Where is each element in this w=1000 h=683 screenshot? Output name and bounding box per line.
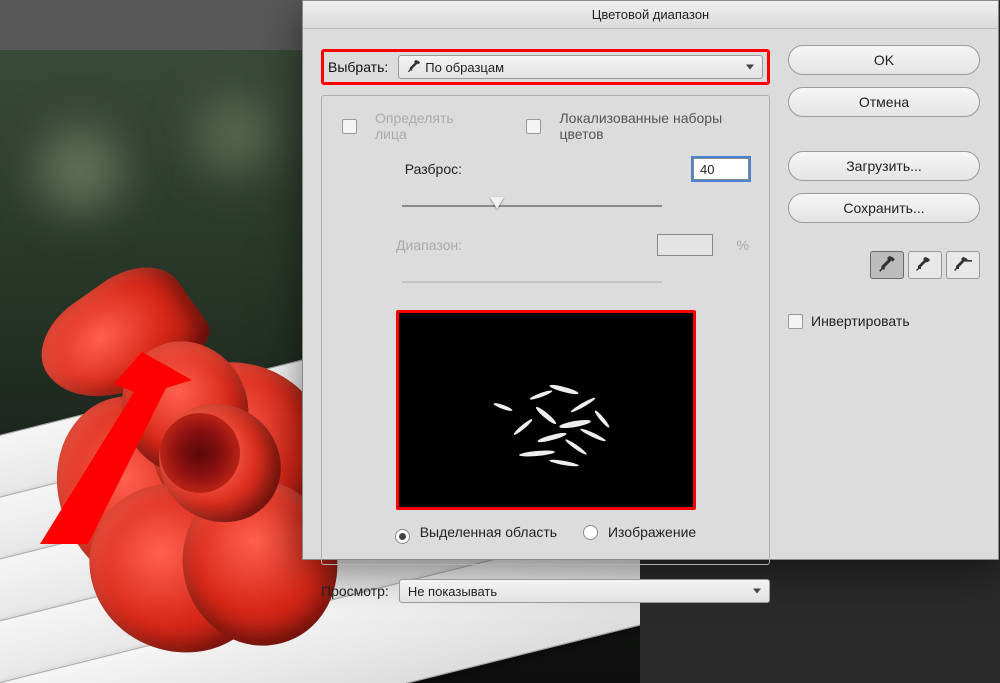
color-range-dialog: Цветовой диапазон Выбрать: По образцам О… xyxy=(302,0,999,560)
preview-mask-content xyxy=(519,383,639,483)
load-button[interactable]: Загрузить... xyxy=(788,151,980,181)
range-unit: % xyxy=(737,237,749,253)
eyedropper-add-button[interactable] xyxy=(908,251,942,279)
fuzziness-input[interactable] xyxy=(693,158,749,180)
eyedropper-plus-icon xyxy=(915,256,935,274)
options-group: Определять лица Локализованные наборы цв… xyxy=(321,95,770,565)
preview-mode-image[interactable]: Изображение xyxy=(583,524,696,544)
ok-button[interactable]: OK xyxy=(788,45,980,75)
detect-faces-label: Определять лица xyxy=(375,110,478,142)
selection-preview-label: Просмотр: xyxy=(321,583,389,599)
localized-clusters-label: Локализованные наборы цветов xyxy=(559,110,749,142)
selection-preview-dropdown[interactable]: Не показывать xyxy=(399,579,770,603)
eyedropper-icon xyxy=(878,256,896,274)
fuzziness-slider[interactable] xyxy=(402,196,739,216)
range-label: Диапазон: xyxy=(342,237,462,253)
eyedropper-sample-button[interactable] xyxy=(870,251,904,279)
select-method-highlight: Выбрать: По образцам xyxy=(321,49,770,85)
select-label: Выбрать: xyxy=(328,59,388,75)
dialog-title[interactable]: Цветовой диапазон xyxy=(303,1,998,29)
invert-checkbox[interactable] xyxy=(788,314,803,329)
detect-faces-checkbox xyxy=(342,119,357,134)
eyedropper-icon xyxy=(407,60,421,74)
preview-mode-selection[interactable]: Выделенная область xyxy=(395,524,557,544)
annotation-arrow xyxy=(14,330,214,560)
cancel-button[interactable]: Отмена xyxy=(788,87,980,117)
save-button[interactable]: Сохранить... xyxy=(788,193,980,223)
fuzziness-label: Разброс: xyxy=(342,161,462,177)
select-method-value: По образцам xyxy=(425,60,504,75)
selection-preview[interactable] xyxy=(396,310,696,510)
localized-clusters-checkbox[interactable] xyxy=(526,119,541,134)
range-slider xyxy=(402,272,739,292)
radio-selection-icon xyxy=(395,529,410,544)
invert-label: Инвертировать xyxy=(811,313,910,329)
select-method-dropdown[interactable]: По образцам xyxy=(398,55,763,79)
radio-image-icon xyxy=(583,525,598,540)
range-input xyxy=(657,234,713,256)
eyedropper-subtract-button[interactable] xyxy=(946,251,980,279)
eyedropper-minus-icon xyxy=(953,256,973,274)
